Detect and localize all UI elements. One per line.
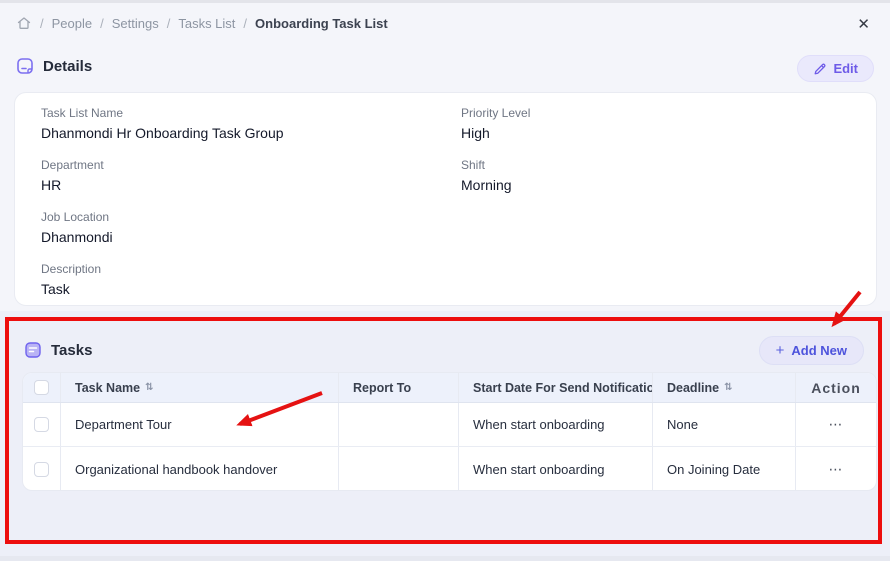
home-icon[interactable]	[16, 15, 32, 31]
field-label: Job Location	[41, 210, 461, 224]
field-label: Shift	[461, 158, 850, 172]
row-cell-start-date: When start onboarding	[459, 403, 653, 446]
edit-button[interactable]: Edit	[797, 55, 874, 82]
row-checkbox[interactable]	[34, 462, 49, 477]
breadcrumb-separator: /	[100, 16, 104, 31]
close-icon[interactable]: ✕	[857, 17, 870, 32]
pencil-icon	[813, 62, 827, 76]
tasks-note-icon	[24, 341, 42, 359]
column-label: Deadline	[667, 381, 719, 395]
breadcrumb-item-settings[interactable]: Settings	[112, 16, 159, 31]
table-row[interactable]: Organizational handbook handover When st…	[23, 447, 876, 491]
breadcrumb-separator: /	[167, 16, 171, 31]
header-cell-action: Action	[796, 373, 876, 402]
field-task-list-name: Task List Name Dhanmondi Hr Onboarding T…	[41, 106, 461, 138]
sort-icon[interactable]: ⇅	[145, 382, 153, 393]
breadcrumb-item-people[interactable]: People	[52, 16, 92, 31]
breadcrumb-item-tasks-list[interactable]: Tasks List	[178, 16, 235, 31]
field-value: Task	[41, 281, 461, 297]
column-label: Task Name	[75, 381, 140, 395]
details-section-title: Details	[43, 58, 92, 75]
table-row[interactable]: Department Tour When start onboarding No…	[23, 403, 876, 447]
tasks-section-header: Tasks	[24, 341, 92, 359]
header-cell-report-to: Report To	[339, 373, 459, 402]
row-cell-start-date: When start onboarding	[459, 447, 653, 491]
field-label: Task List Name	[41, 106, 461, 120]
row-cell-deadline: On Joining Date	[653, 447, 796, 491]
field-description: Description Task	[41, 262, 461, 294]
select-all-checkbox[interactable]	[34, 380, 49, 395]
breadcrumb-current-page: Onboarding Task List	[255, 16, 388, 31]
details-card: Task List Name Dhanmondi Hr Onboarding T…	[14, 92, 877, 306]
field-value: Morning	[461, 177, 850, 193]
header-cell-task-name[interactable]: Task Name ⇅	[61, 373, 339, 402]
header-cell-deadline[interactable]: Deadline ⇅	[653, 373, 796, 402]
row-cell-deadline: None	[653, 403, 796, 446]
field-label: Description	[41, 262, 461, 276]
row-cell-task-name: Department Tour	[61, 403, 339, 446]
field-priority-level: Priority Level High	[461, 106, 850, 138]
tasks-section-title: Tasks	[51, 342, 92, 359]
field-value: High	[461, 125, 850, 141]
column-label: Start Date For Send Notifications	[473, 381, 653, 395]
field-value: Dhanmondi	[41, 229, 461, 245]
row-cell-task-name: Organizational handbook handover	[61, 447, 339, 491]
field-department: Department HR	[41, 158, 461, 190]
column-label: Action	[811, 380, 861, 396]
row-cell-report-to	[339, 447, 459, 491]
row-action-menu-icon[interactable]: ⋯	[796, 447, 876, 491]
field-value: Dhanmondi Hr Onboarding Task Group	[41, 125, 461, 141]
field-job-location: Job Location Dhanmondi	[41, 210, 461, 242]
details-section-header: Details	[16, 57, 92, 75]
add-new-button-label: Add New	[791, 343, 847, 358]
header-cell-start-date[interactable]: Start Date For Send Notifications ⇅	[459, 373, 653, 402]
edit-button-label: Edit	[833, 61, 858, 76]
column-label: Report To	[353, 381, 411, 395]
field-value: HR	[41, 177, 461, 193]
breadcrumb-separator: /	[243, 16, 247, 31]
details-note-icon	[16, 57, 34, 75]
field-shift: Shift Morning	[461, 158, 850, 190]
row-action-menu-icon[interactable]: ⋯	[796, 403, 876, 446]
breadcrumb: / People / Settings / Tasks List / Onboa…	[16, 15, 388, 31]
plus-icon: +	[776, 342, 785, 359]
tasks-table: Task Name ⇅ Report To Start Date For Sen…	[22, 372, 877, 491]
table-header-row: Task Name ⇅ Report To Start Date For Sen…	[23, 373, 876, 403]
field-label: Department	[41, 158, 461, 172]
row-cell-checkbox	[23, 447, 61, 491]
row-cell-report-to	[339, 403, 459, 446]
window-bottom-edge	[0, 556, 890, 561]
field-label: Priority Level	[461, 106, 850, 120]
breadcrumb-separator: /	[40, 16, 44, 31]
header-cell-checkbox	[23, 373, 61, 402]
row-checkbox[interactable]	[34, 417, 49, 432]
add-new-button[interactable]: + Add New	[759, 336, 864, 365]
row-cell-checkbox	[23, 403, 61, 446]
sort-icon[interactable]: ⇅	[724, 382, 732, 393]
